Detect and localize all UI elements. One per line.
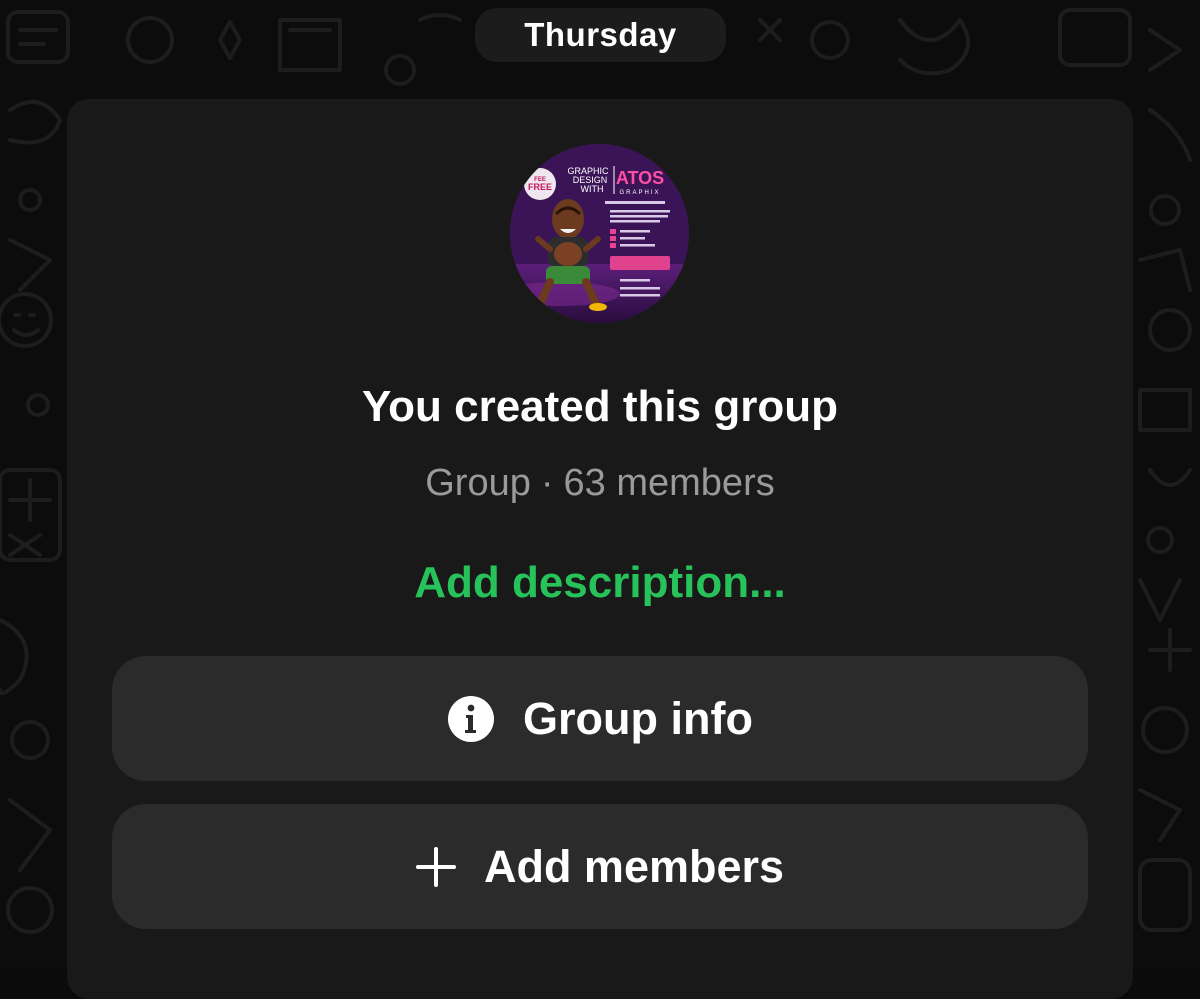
add-members-label: Add members <box>483 840 785 892</box>
meta-separator: · <box>540 462 554 504</box>
add-members-button[interactable]: Add members <box>112 804 1088 929</box>
group-type-label: Group <box>425 462 531 504</box>
poster-free-text: FREE <box>528 182 552 192</box>
poster-with-text: WITH <box>581 184 604 194</box>
group-avatar[interactable]: FEE FREE GRAPHIC DESIGN WITH ATOS GRAPHI… <box>510 144 689 323</box>
poster-graphix-text: GRAPHIX <box>619 190 660 196</box>
plus-icon <box>415 846 456 887</box>
group-info-button[interactable]: Group info <box>112 656 1088 781</box>
created-text: You created this group <box>362 382 838 431</box>
member-count: 63 members <box>563 462 775 504</box>
info-circle-icon <box>447 695 495 743</box>
add-description-link[interactable]: Add description... <box>0 558 1200 608</box>
poster-atos-text: ATOS <box>616 168 664 188</box>
group-meta: Group · 63 members <box>0 462 1200 505</box>
date-separator: Thursday <box>475 8 726 62</box>
group-info-label: Group info <box>523 692 753 744</box>
group-created-title: You created this group <box>0 382 1200 432</box>
avatar-poster: FEE FREE GRAPHIC DESIGN WITH ATOS GRAPHI… <box>510 144 689 323</box>
